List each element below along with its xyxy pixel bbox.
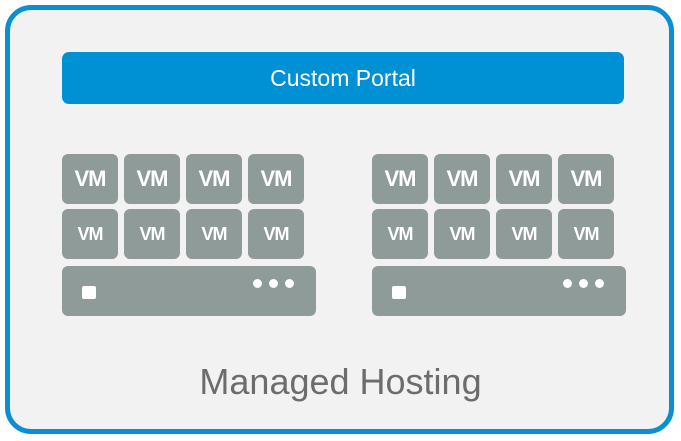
vm-box: VM bbox=[434, 209, 490, 259]
vm-box: VM bbox=[558, 154, 614, 204]
vm-box: VM bbox=[124, 209, 180, 259]
vm-grid: VM VM VM VM VM VM VM VM bbox=[62, 154, 316, 259]
dots-icon bbox=[563, 279, 604, 288]
vm-box: VM bbox=[496, 154, 552, 204]
custom-portal-bar: Custom Portal bbox=[62, 52, 624, 104]
vm-box: VM bbox=[496, 209, 552, 259]
vm-box: VM bbox=[248, 209, 304, 259]
server-cluster-right: VM VM VM VM VM VM VM VM bbox=[372, 154, 626, 316]
server-light-icon bbox=[82, 286, 96, 299]
physical-server bbox=[372, 266, 626, 316]
vm-box: VM bbox=[62, 154, 118, 204]
dots-icon bbox=[253, 279, 294, 288]
server-cluster-left: VM VM VM VM VM VM VM VM bbox=[62, 154, 316, 316]
physical-server bbox=[62, 266, 316, 316]
vm-box: VM bbox=[434, 154, 490, 204]
vm-box: VM bbox=[186, 209, 242, 259]
vm-box: VM bbox=[372, 154, 428, 204]
vm-box: VM bbox=[372, 209, 428, 259]
vm-box: VM bbox=[124, 154, 180, 204]
vm-grid: VM VM VM VM VM VM VM VM bbox=[372, 154, 626, 259]
server-light-icon bbox=[392, 286, 406, 299]
vm-box: VM bbox=[558, 209, 614, 259]
diagram-caption: Managed Hosting bbox=[199, 361, 482, 402]
vm-box: VM bbox=[248, 154, 304, 204]
custom-portal-label: Custom Portal bbox=[270, 64, 416, 91]
vm-box: VM bbox=[62, 209, 118, 259]
vm-box: VM bbox=[186, 154, 242, 204]
